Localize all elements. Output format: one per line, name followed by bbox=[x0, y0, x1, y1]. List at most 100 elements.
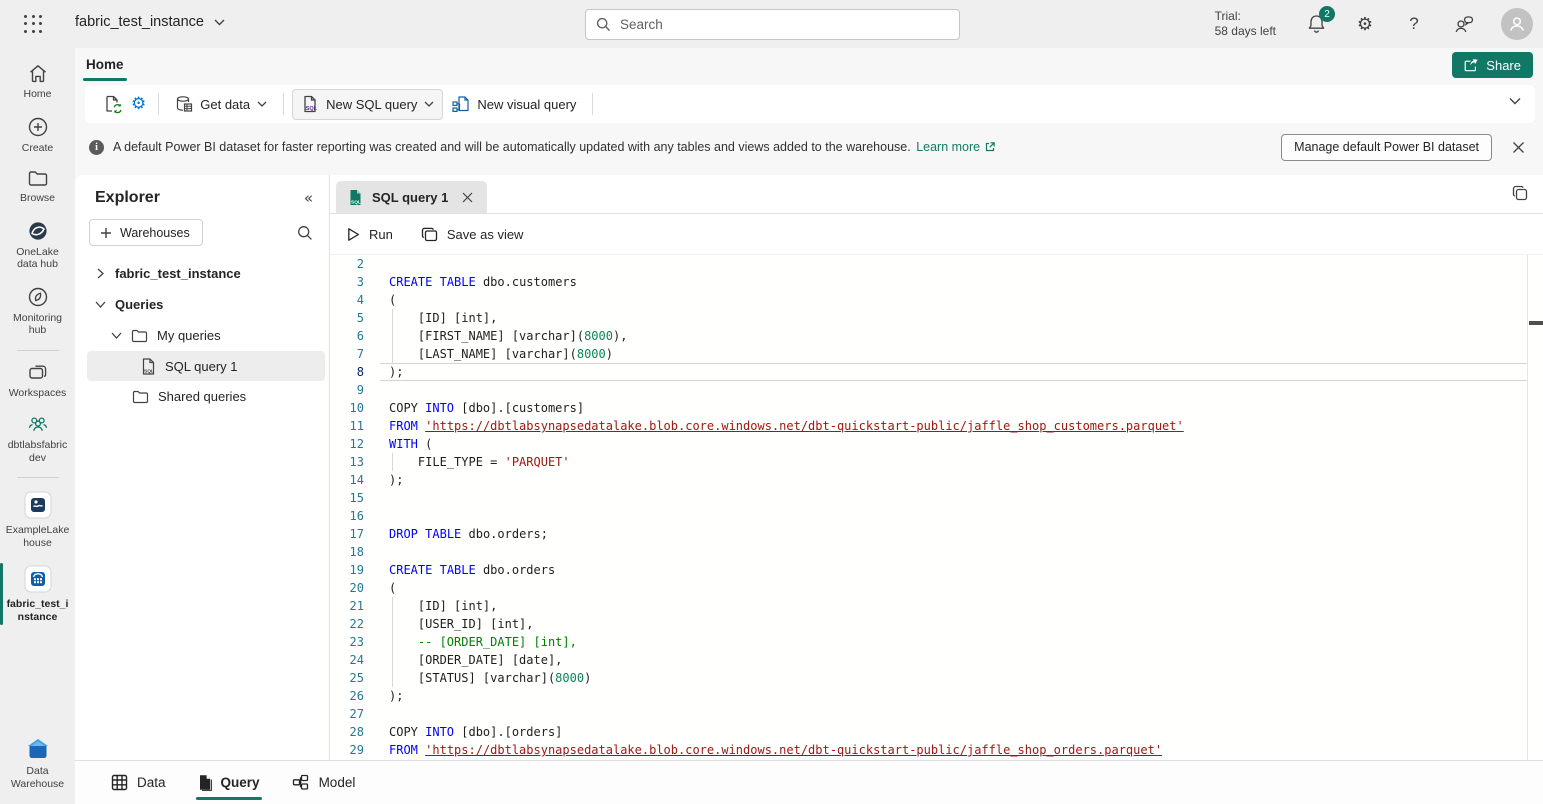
help-icon: ? bbox=[1409, 14, 1418, 34]
tab-model[interactable]: Model bbox=[276, 761, 372, 804]
line-number: 21 bbox=[330, 597, 380, 615]
settings-toolbar-button[interactable]: ⚙ bbox=[127, 89, 150, 119]
manage-dataset-button[interactable]: Manage default Power BI dataset bbox=[1281, 134, 1492, 161]
layers-icon bbox=[27, 363, 49, 383]
code-line[interactable]: 22 [USER_ID] [int], bbox=[330, 615, 1543, 633]
code-text: [LAST_NAME] [varchar](8000) bbox=[389, 345, 1543, 363]
explorer-search-icon[interactable] bbox=[297, 225, 313, 241]
tree-item-queries[interactable]: Queries bbox=[75, 289, 329, 320]
app-launcher-icon[interactable] bbox=[24, 15, 44, 34]
notifications-button[interactable]: 2 bbox=[1305, 13, 1327, 35]
toolbar-separator bbox=[592, 93, 593, 115]
ribbon-tab-row: Home Share bbox=[75, 48, 1543, 82]
rail-item-fabric-test-instance[interactable]: fabric_test_instance bbox=[0, 557, 75, 631]
tree-item-sql-query-1[interactable]: SQL SQL query 1 bbox=[87, 351, 325, 381]
copy-icon bbox=[1511, 184, 1529, 202]
learn-more-link[interactable]: Learn more bbox=[916, 140, 996, 154]
tab-data[interactable]: Data bbox=[95, 761, 182, 804]
query-tab[interactable]: SQL SQL query 1 bbox=[336, 181, 487, 213]
code-line[interactable]: 8); bbox=[330, 363, 1543, 381]
code-line[interactable]: 6 [FIRST_NAME] [varchar](8000), bbox=[330, 327, 1543, 345]
run-button[interactable]: Run bbox=[347, 227, 393, 242]
code-line[interactable]: 29FROM 'https://dbtlabsynapsedatalake.bl… bbox=[330, 741, 1543, 759]
code-line[interactable]: 21 [ID] [int], bbox=[330, 597, 1543, 615]
code-line[interactable]: 13 FILE_TYPE = 'PARQUET' bbox=[330, 453, 1543, 471]
line-number: 29 bbox=[330, 741, 380, 759]
rail-item-examplelakehouse[interactable]: ExampleLakehouse bbox=[0, 483, 75, 557]
rail-item-home[interactable]: Home bbox=[0, 56, 75, 109]
rail-item-browse[interactable]: Browse bbox=[0, 162, 75, 213]
avatar[interactable] bbox=[1501, 8, 1533, 40]
global-search[interactable] bbox=[585, 9, 960, 40]
close-icon bbox=[1512, 141, 1525, 154]
get-data-button[interactable]: Get data bbox=[167, 90, 275, 118]
tab-home[interactable]: Home bbox=[83, 48, 127, 82]
refresh-button[interactable] bbox=[99, 89, 127, 119]
code-line[interactable]: 10COPY INTO [dbo].[customers] bbox=[330, 399, 1543, 417]
lakehouse-tile-icon bbox=[23, 490, 53, 520]
code-line[interactable]: 7 [LAST_NAME] [varchar](8000) bbox=[330, 345, 1543, 363]
code-text: [STATUS] [varchar](8000) bbox=[389, 669, 1543, 687]
tab-query[interactable]: Query bbox=[182, 761, 276, 804]
code-line[interactable]: 4( bbox=[330, 291, 1543, 309]
code-text: COPY INTO [dbo].[orders] bbox=[389, 723, 1543, 741]
search-input[interactable] bbox=[620, 17, 949, 32]
workspace-switcher[interactable]: fabric_test_instance bbox=[75, 14, 225, 30]
folder-icon bbox=[27, 169, 49, 188]
top-bar: fabric_test_instance Trial: 58 days left… bbox=[0, 0, 1543, 48]
copy-button[interactable] bbox=[1511, 184, 1529, 202]
code-line[interactable]: 27 bbox=[330, 705, 1543, 723]
code-line[interactable]: 19CREATE TABLE dbo.orders bbox=[330, 561, 1543, 579]
info-icon: i bbox=[89, 140, 104, 155]
query-tab-strip: SQL SQL query 1 bbox=[330, 175, 1543, 214]
new-sql-query-button[interactable]: SQL New SQL query bbox=[292, 89, 443, 120]
code-line[interactable]: 26); bbox=[330, 687, 1543, 705]
rail-item-workspaces[interactable]: Workspaces bbox=[0, 356, 75, 408]
code-line[interactable]: 16 bbox=[330, 507, 1543, 525]
code-line[interactable]: 2 bbox=[330, 255, 1543, 273]
new-warehouse-button[interactable]: Warehouses bbox=[89, 219, 203, 246]
rail-item-onelake-data-hub[interactable]: OneLake data hub bbox=[0, 213, 75, 279]
folder-icon bbox=[132, 390, 149, 404]
collapse-panel-icon[interactable]: « bbox=[304, 189, 313, 207]
explorer-title: Explorer bbox=[95, 189, 160, 207]
indent-guide bbox=[392, 633, 393, 651]
code-editor[interactable]: 23CREATE TABLE dbo.customers4(5 [ID] [in… bbox=[330, 255, 1543, 760]
code-line[interactable]: 5 [ID] [int], bbox=[330, 309, 1543, 327]
code-line[interactable]: 15 bbox=[330, 489, 1543, 507]
code-line[interactable]: 3CREATE TABLE dbo.customers bbox=[330, 273, 1543, 291]
share-button[interactable]: Share bbox=[1452, 52, 1533, 78]
save-as-view-button[interactable]: Save as view bbox=[421, 227, 524, 242]
view-switcher: Data Query Model bbox=[75, 760, 1543, 804]
settings-button[interactable]: ⚙ bbox=[1354, 13, 1376, 35]
ribbon-expand-button[interactable] bbox=[1509, 97, 1521, 105]
code-line[interactable]: 12WITH ( bbox=[330, 435, 1543, 453]
code-line[interactable]: 28COPY INTO [dbo].[orders] bbox=[330, 723, 1543, 741]
banner-close-button[interactable] bbox=[1505, 134, 1531, 160]
tree-item-warehouse[interactable]: fabric_test_instance bbox=[75, 258, 329, 289]
code-line[interactable]: 20( bbox=[330, 579, 1543, 597]
code-line[interactable]: 24 [ORDER_DATE] [date], bbox=[330, 651, 1543, 669]
code-line[interactable]: 9 bbox=[330, 381, 1543, 399]
code-line[interactable]: 11FROM 'https://dbtlabsynapsedatalake.bl… bbox=[330, 417, 1543, 435]
close-icon bbox=[462, 192, 473, 203]
rail-item-create[interactable]: Create bbox=[0, 109, 75, 163]
rail-item-monitoring-hub[interactable]: Monitoring hub bbox=[0, 279, 75, 345]
code-line[interactable]: 18 bbox=[330, 543, 1543, 561]
indent-guide bbox=[392, 453, 393, 471]
people-icon bbox=[26, 414, 50, 435]
code-line[interactable]: 14); bbox=[330, 471, 1543, 489]
feedback-button[interactable] bbox=[1452, 13, 1474, 35]
tree-item-my-queries[interactable]: My queries bbox=[75, 320, 329, 351]
editor-scrollbar[interactable] bbox=[1527, 255, 1528, 760]
close-tab-button[interactable] bbox=[457, 187, 477, 207]
code-line[interactable]: 23 -- [ORDER_DATE] [int], bbox=[330, 633, 1543, 651]
code-line[interactable]: 25 [STATUS] [varchar](8000) bbox=[330, 669, 1543, 687]
code-line[interactable]: 17DROP TABLE dbo.orders; bbox=[330, 525, 1543, 543]
tree-item-shared-queries[interactable]: Shared queries bbox=[75, 381, 329, 412]
database-icon bbox=[175, 95, 193, 113]
help-button[interactable]: ? bbox=[1403, 13, 1425, 35]
rail-item-data-warehouse[interactable]: Data Warehouse bbox=[0, 730, 75, 804]
new-visual-query-button[interactable]: New visual query bbox=[443, 90, 584, 119]
rail-item-dbtlabsfabricdev[interactable]: dbtlabsfabricdev bbox=[0, 407, 75, 472]
